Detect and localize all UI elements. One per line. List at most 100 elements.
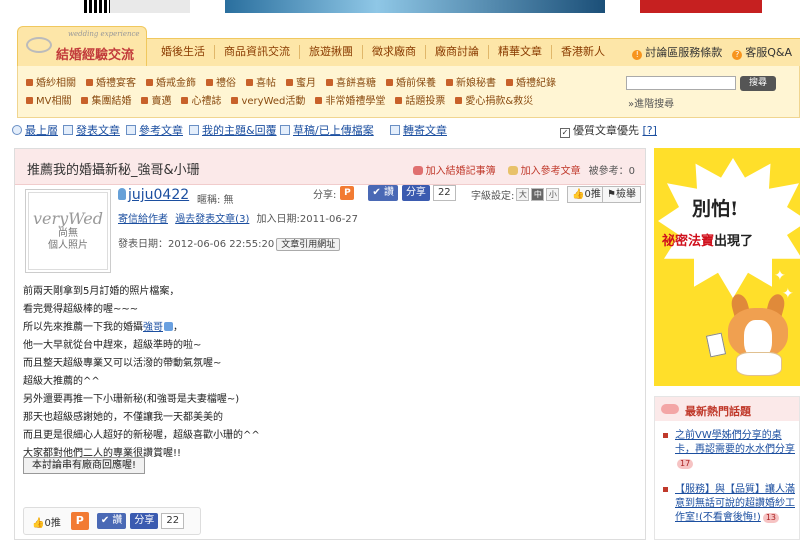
avatar[interactable]: veryWed 尚無 個人照片 [25,189,111,273]
sub-item[interactable]: 集團結婚 [81,92,131,107]
avatar-logo: veryWed [32,209,104,228]
share-label: 分享: [313,189,337,201]
nav-item-product-info[interactable]: 商品資訊交流 [215,45,300,59]
new-post-link[interactable]: 發表文章 [63,122,120,138]
rings-logo-icon [26,37,52,53]
plurk-share-icon[interactable]: P [70,512,89,530]
font-size-medium[interactable]: 中 [531,188,545,201]
author-username[interactable]: juju0422 [118,187,189,203]
post-tools: 最上層 發表文章 參考文章 我的主題&回覆 草稿/已上傳檔案 轉寄文章 ✓ 優質文… [12,122,800,138]
sub-item[interactable]: 婚禮宴客 [86,74,136,89]
add-reference-link[interactable]: 加入參考文章 [507,162,581,177]
bottom-vote-button[interactable]: 👍0推 [32,514,61,529]
font-size-large[interactable]: 大 [516,188,530,201]
nav-item-after-wedding[interactable]: 婚後生活 [152,45,215,59]
photographer-link[interactable]: 強哥 [143,322,163,333]
nav-item-hongkong[interactable]: 香港新人 [552,45,614,59]
sub-item[interactable]: 愛心捐款&救災 [455,92,533,107]
nav-right: ! 討論區服務條款 ? 客服Q&A [622,44,792,60]
sub-item[interactable]: 婚戒金飾 [146,74,196,89]
sub-item[interactable]: 婚前保養 [386,74,436,89]
help-link[interactable]: [?] [643,124,657,137]
logo[interactable]: wedding experience 結婚經驗交流 [17,26,147,66]
my-topics-link[interactable]: 我的主題&回覆 [189,122,277,138]
author-links: 寄信給作者 過去發表文章(3) 加入日期:2011-06-27 [118,210,358,225]
sub-item[interactable]: 喜帖 [246,74,276,89]
sub-item[interactable]: 禮俗 [206,74,236,89]
sub-item[interactable]: 話題投票 [395,92,445,107]
reference-count: 被參考：0 [588,166,635,177]
sub-item[interactable]: 喜餅喜糖 [326,74,376,89]
hot-topic-item[interactable]: 之前VW學姊們分享的桌卡，再認需要的水水們分享17 [663,429,797,471]
sub-item[interactable]: veryWed活動 [231,92,305,107]
sub-item[interactable]: 心禮誌 [181,92,221,107]
hot-topic-text: 【服務】與【品質】讓人滿意到無話可說的超讚婚紗工作室!(不看會後悔!) 13 [675,484,795,523]
sub-item[interactable]: 婚紗相關 [26,74,76,89]
hot-topics: 最新熱門話題 之前VW學姊們分享的桌卡，再認需要的水水們分享17 【服務】與【品… [654,396,800,540]
top-ad-right[interactable] [640,0,762,13]
sub-item[interactable]: 婚禮紀錄 [506,74,556,89]
nav-item-featured[interactable]: 精華文章 [489,45,552,59]
bullet-icon [663,487,668,492]
font-size-setting: 字級設定: 大 中 小 [471,187,560,202]
advanced-search-link[interactable]: »進階搜尋 [628,95,674,110]
nav-item-travel[interactable]: 旅遊揪團 [300,45,363,59]
sub-item[interactable]: MV相關 [26,92,71,107]
past-posts-link[interactable]: 過去發表文章(3) [175,214,249,225]
reply-count-badge: 17 [677,459,694,469]
top-level-link[interactable]: 最上層 [12,122,58,138]
plurk-share-icon[interactable]: P [340,186,355,200]
faq-link[interactable]: ? 客服Q&A [732,44,792,60]
post-header: 推薦我的婚攝新秘_強哥&小珊 加入結婚記事簿 加入參考文章 被參考：0 [15,149,645,185]
nav-item-seek-vendor[interactable]: 徵求廠商 [363,45,426,59]
body-line: 而且整天超級專業又可以活潑的帶動氣氛喔~ [23,358,222,369]
sub-item[interactable]: 賣邁 [141,92,171,107]
nav-items: 婚後生活 商品資訊交流 旅遊揪團 徵求廠商 廠商討論 精華文章 香港新人 [152,45,614,59]
font-size-label: 字級設定: [471,191,515,202]
report-button[interactable]: ⚑檢舉 [602,186,641,203]
top-ad-banner[interactable] [225,0,605,13]
facebook-like-button[interactable]: ✔ 讚 [96,513,127,529]
search-input[interactable] [626,76,736,90]
add-to-notebook-link[interactable]: 加入結婚記事簿 [412,162,496,177]
reference-posts-link[interactable]: 參考文章 [126,122,183,138]
sub-item[interactable]: 蜜月 [286,74,316,89]
cite-url-button[interactable]: 文章引用網址 [276,238,341,251]
body-line: 那天也超級感謝她的，不僅讓我一天都美美的 [23,412,223,423]
drafts-link[interactable]: 草稿/已上傳檔案 [280,122,374,138]
share-count: 22 [161,513,185,529]
document-icon [63,125,73,135]
body-line: 看完覺得超級棒的喔~~~ [23,304,139,315]
checkbox-checked-icon[interactable]: ✓ [560,128,570,138]
info-icon: ! [632,50,643,60]
avatar-placeholder: veryWed 尚無 個人照片 [28,192,108,270]
body-line: 他一大早就從台中趕來，超級準時的啦~ [23,340,202,351]
vendor-reply-button[interactable]: 本討論串有廠商回應喔! [23,457,146,474]
top-ad-strip [0,0,800,16]
nav-item-vendor-discussion[interactable]: 廠商討論 [426,45,489,59]
report-icon: ⚑ [607,189,616,200]
sub-item[interactable]: 新娘秘書 [446,74,496,89]
reply-count-badge: 13 [762,513,780,523]
thumb-icon: 👍 [572,189,585,200]
search-button[interactable]: 搜尋 [740,76,776,91]
facebook-share-button[interactable]: 分享 [130,513,159,529]
forward-post-link[interactable]: 轉寄文章 [390,122,447,138]
quality-first-option[interactable]: ✓ 優質文章優先 [?] [560,122,657,138]
terms-link[interactable]: ! 討論區服務條款 [632,44,722,60]
sub-item[interactable]: 非常婚禮學堂 [315,92,385,107]
mail-author-link[interactable]: 寄信給作者 [118,214,168,225]
hot-topics-header: 最新熱門話題 [655,397,799,421]
vote-button[interactable]: 👍0推 [567,186,606,203]
question-icon: ? [732,50,743,60]
body-line: 所以先來推薦一下我的婚攝強哥， [23,322,183,333]
facebook-share-button[interactable]: 分享 [401,185,430,201]
avatar-text: 尚無 [58,228,78,239]
share-count: 22 [432,185,456,201]
hot-topic-item[interactable]: 【服務】與【品質】讓人滿意到無話可說的超讚婚紗工作室!(不看會後悔!) 13 [663,483,797,525]
facebook-like-button[interactable]: ✔ 讚 [368,185,398,201]
ad-headline: 別怕! [692,198,739,220]
sidebar-ad[interactable]: 別怕! 祕密法寶出現了 ✦ ✦ [654,148,800,386]
post-header-actions: 加入結婚記事簿 加入參考文章 被參考：0 [401,162,635,177]
font-size-small[interactable]: 小 [546,188,560,201]
